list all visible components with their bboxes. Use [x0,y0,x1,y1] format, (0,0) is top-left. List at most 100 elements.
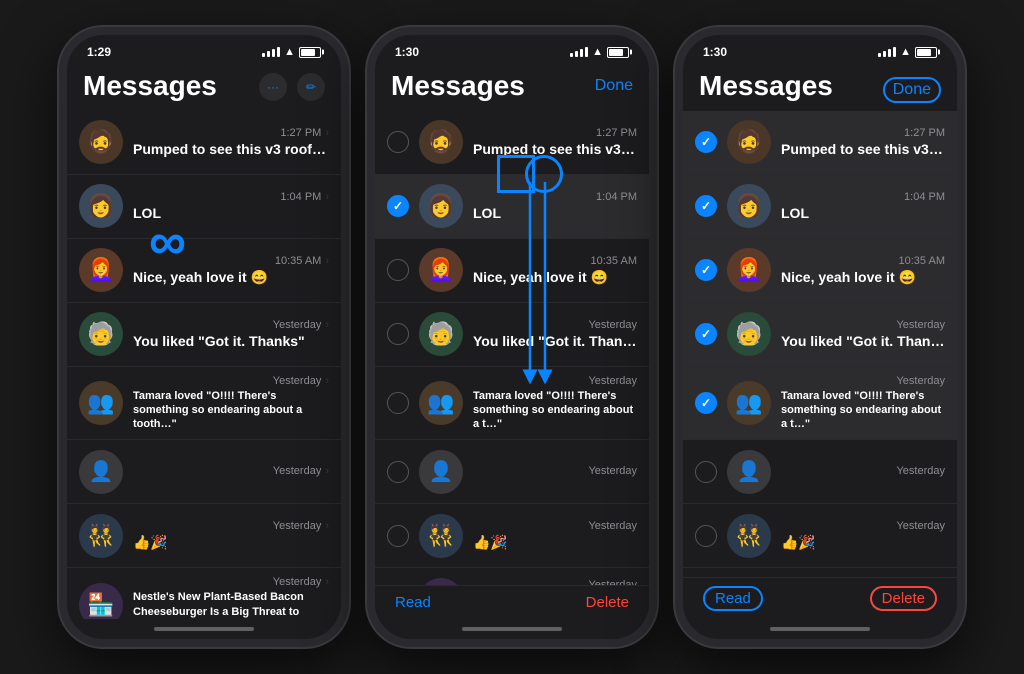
message-top-3-6: Yesterday [781,520,945,532]
sender-3-2: Nice, yeah love it 😄 [781,269,945,286]
sender-2-6: 👍🎉 [473,534,637,551]
message-item-2-4[interactable]: 👥 Yesterday Tamara loved "O!!!! There's … [375,367,649,441]
message-content-3-2: 10:35 AM Nice, yeah love it 😄 [781,255,945,286]
message-item-1-1[interactable]: 👩 1:04 PM › LOL [67,175,341,239]
message-item-3-2[interactable]: 👩‍🦰 10:35 AM Nice, yeah love it 😄 [683,239,957,303]
message-time-3-0: 1:27 PM [904,127,945,139]
home-indicator-1 [67,619,341,639]
message-item-1-6[interactable]: 👯 Yesterday › 👍🎉 [67,504,341,568]
status-icons-3: ▲ [878,46,937,58]
select-circle-2-2[interactable] [387,259,409,281]
message-content-1-1: 1:04 PM › LOL [133,191,329,221]
select-circle-2-6[interactable] [387,525,409,547]
battery-fill-1 [301,49,315,56]
message-item-1-2[interactable]: 👩‍🦰 10:35 AM › Nice, yeah love it 😄 [67,239,341,303]
message-content-3-4: Yesterday Tamara loved "O!!!! There's so… [781,375,945,432]
message-item-3-6[interactable]: 👯 Yesterday 👍🎉 [683,504,957,568]
select-circle-3-2[interactable] [695,259,717,281]
message-time-3-2: 10:35 AM [899,255,945,267]
done-button-3[interactable]: Done [883,77,941,103]
message-time-2-5: Yesterday [588,465,637,477]
compose-btn-1[interactable]: ✏ [297,73,325,101]
message-time-2-3: Yesterday [588,319,637,331]
bar4 [277,47,280,57]
delete-btn-2[interactable]: Delete [586,594,629,611]
message-item-3-1[interactable]: 👩 1:04 PM LOL [683,175,957,239]
sender-1-2: Nice, yeah love it 😄 [133,269,329,286]
message-item-1-3[interactable]: 🧓 Yesterday › You liked "Got it. Thanks" [67,303,341,367]
arrow-1-1: › [325,191,329,203]
messages-title-2: Messages [391,69,525,103]
arrow-1-4: › [325,375,329,387]
message-top-3-5: Yesterday [781,465,945,477]
select-circle-3-3[interactable] [695,323,717,345]
message-item-1-7[interactable]: 🏪 Yesterday › Nestle's New Plant-Based B… [67,568,341,619]
message-item-2-7[interactable]: 🏪 Yesterday Nestle's New Plant-Based Bac… [375,568,649,585]
avatar-3-5: 👤 [727,450,771,494]
message-content-2-3: Yesterday You liked "Got it. Thanks" [473,319,637,349]
select-circle-3-5[interactable] [695,461,717,483]
message-item-3-3[interactable]: 🧓 Yesterday You liked "Got it. Thanks" [683,303,957,367]
message-item-2-2[interactable]: 👩‍🦰 10:35 AM Nice, yeah love it 😄 [375,239,649,303]
avatar-3-2: 👩‍🦰 [727,248,771,292]
message-top-1-7: Yesterday › [133,576,329,588]
select-circle-2-5[interactable] [387,461,409,483]
bottom-bar-2: Read Delete [375,585,649,619]
message-item-3-4[interactable]: 👥 Yesterday Tamara loved "O!!!! There's … [683,367,957,441]
message-top-1-3: Yesterday › [133,319,329,331]
sender-3-4: Tamara loved "O!!!! There's something so… [781,389,945,432]
bar4-3 [893,47,896,57]
message-time-2-0: 1:27 PM [596,127,637,139]
avatar-2-4: 👥 [419,381,463,425]
phone-3: 1:30 ▲ Mess [675,27,965,647]
read-btn-3[interactable]: Read [703,586,763,611]
screenshot-container: 1:29 ▲ Mess [39,7,985,667]
arrow-1-3: › [325,319,329,331]
message-content-1-2: 10:35 AM › Nice, yeah love it 😄 [133,255,329,286]
message-item-2-0[interactable]: 🧔 1:27 PM Pumped to see this v3 roof unv… [375,111,649,175]
message-time-3-3: Yesterday [896,319,945,331]
delete-btn-3[interactable]: Delete [870,586,937,611]
message-item-3-5[interactable]: 👤 Yesterday [683,440,957,504]
avatar-2-1: 👩 [419,184,463,228]
message-item-2-6[interactable]: 👯 Yesterday 👍🎉 [375,504,649,568]
sender-2-4: Tamara loved "O!!!! There's something so… [473,389,637,432]
select-circle-2-1[interactable] [387,195,409,217]
message-item-2-3[interactable]: 🧓 Yesterday You liked "Got it. Thanks" [375,303,649,367]
message-time-2-2: 10:35 AM [591,255,637,267]
message-item-1-0[interactable]: 🧔 1:27 PM › Pumped to see this v3 roof u… [67,111,341,175]
message-item-3-0[interactable]: 🧔 1:27 PM Pumped to see this v3 roof unv… [683,111,957,175]
message-item-2-5[interactable]: 👤 Yesterday [375,440,649,504]
avatar-2-2: 👩‍🦰 [419,248,463,292]
read-btn-2[interactable]: Read [395,594,431,611]
select-circle-3-1[interactable] [695,195,717,217]
message-item-1-4[interactable]: 👥 Yesterday › Tamara loved "O!!!! There'… [67,367,341,441]
sender-2-2: Nice, yeah love it 😄 [473,269,637,286]
done-button-2[interactable]: Done [595,77,633,103]
message-time-1-0: 1:27 PM [280,127,321,139]
select-circle-2-4[interactable] [387,392,409,414]
select-circle-3-0[interactable] [695,131,717,153]
message-item-3-7[interactable]: 🏪 Yesterday Nestle's New Plant-Based Bac… [683,568,957,577]
message-item-1-5[interactable]: 👤 Yesterday › [67,440,341,504]
avatar-2-7: 🏪 [419,578,463,585]
sender-3-1: LOL [781,205,945,221]
message-item-2-1[interactable]: 👩 1:04 PM LOL [375,175,649,239]
message-content-2-0: 1:27 PM Pumped to see this v3 roof unvei… [473,127,637,157]
bar2-3 [883,51,886,57]
sender-1-0: Pumped to see this v3 roof unveil! [133,141,329,157]
select-circle-2-0[interactable] [387,131,409,153]
phone-2-wrapper: 1:30 ▲ Mess [367,27,657,647]
phone-1-screen: 1:29 ▲ Mess [67,35,341,639]
bar2-2 [575,51,578,57]
message-time-3-5: Yesterday [896,465,945,477]
message-content-2-7: Yesterday Nestle's New Plant-Based Bacon [473,579,637,585]
home-indicator-2 [375,619,649,639]
bar2 [267,51,270,57]
select-circle-2-3[interactable] [387,323,409,345]
message-content-2-5: Yesterday [473,465,637,479]
select-circle-3-6[interactable] [695,525,717,547]
select-circle-3-4[interactable] [695,392,717,414]
more-btn-1[interactable]: ··· [259,73,287,101]
message-top-2-5: Yesterday [473,465,637,477]
